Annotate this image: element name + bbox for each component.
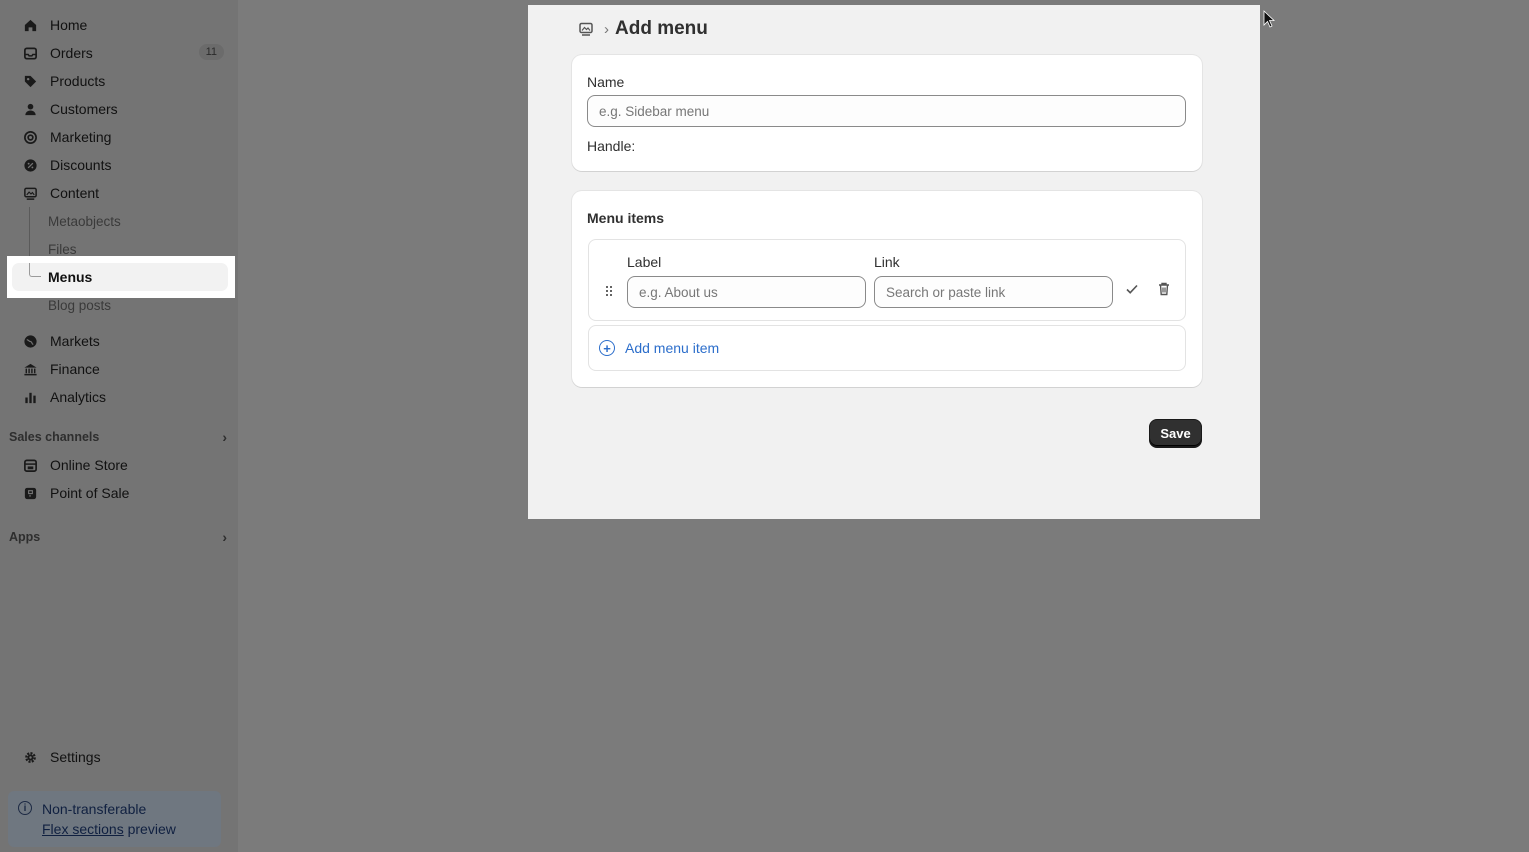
orders-count-badge: 11: [198, 44, 224, 60]
sales-channels-label: Sales channels: [9, 430, 100, 444]
home-icon: [22, 17, 38, 33]
sidebar-item-markets[interactable]: Markets: [8, 327, 234, 355]
target-icon: [22, 129, 38, 145]
preview-banner: i Non-transferable Flex sections preview: [8, 791, 221, 847]
breadcrumb: › Add menu: [578, 17, 708, 41]
sidebar-item-discounts[interactable]: Discounts: [8, 151, 234, 179]
menu-items-title: Menu items: [587, 210, 665, 226]
menu-items-card: Menu items Label Link e.g. About us Sear…: [572, 191, 1202, 387]
trash-icon[interactable]: [1156, 281, 1172, 297]
sidebar-item-label: Orders: [50, 45, 93, 61]
sidebar-item-home[interactable]: Home: [8, 11, 234, 39]
page-title: Add menu: [615, 18, 708, 39]
name-input[interactable]: e.g. Sidebar menu: [587, 95, 1186, 127]
sidebar-item-marketing[interactable]: Marketing: [8, 123, 234, 151]
sidebar-item-label: Marketing: [50, 129, 112, 145]
add-menu-item-label: Add menu item: [625, 340, 720, 356]
banner-title: Non-transferable: [42, 801, 147, 817]
sidebar-item-content[interactable]: Content: [8, 179, 234, 207]
sidebar-item-label: Products: [50, 73, 106, 89]
chart-icon: [22, 389, 38, 405]
link-input[interactable]: Search or paste link: [874, 276, 1113, 308]
discount-icon: [22, 157, 38, 173]
pos-icon: [22, 485, 38, 501]
apps-label: Apps: [9, 530, 41, 544]
sidebar-item-products[interactable]: Products: [8, 67, 234, 95]
add-menu-item-button[interactable]: + Add menu item: [588, 325, 1186, 371]
sidebar-item-label: Content: [50, 185, 100, 201]
banner-text: Flex sections preview: [42, 821, 176, 837]
tree-branch: [29, 263, 41, 277]
sidebar-item-label: Point of Sale: [50, 485, 130, 501]
sidebar-subitem-metaobjects[interactable]: Metaobjects: [48, 207, 121, 235]
mouse-cursor-icon: [1263, 10, 1275, 28]
chevron-right-icon: ›: [604, 20, 609, 38]
label-column-header: Label: [627, 254, 662, 270]
info-icon: i: [18, 801, 32, 815]
sales-channels-header[interactable]: Sales channels ›: [9, 427, 227, 447]
sidebar-item-online-store[interactable]: Online Store: [8, 451, 234, 479]
tree-line: [29, 207, 30, 263]
sidebar-item-label: Markets: [50, 333, 100, 349]
globe-icon: [22, 333, 38, 349]
sidebar: Home Orders 11 Products Customers Market…: [0, 0, 238, 852]
sidebar-item-customers[interactable]: Customers: [8, 95, 234, 123]
sidebar-item-orders[interactable]: Orders 11: [8, 39, 234, 67]
flex-sections-link[interactable]: Flex sections: [42, 821, 124, 837]
content-icon[interactable]: [578, 21, 594, 37]
sidebar-item-finance[interactable]: Finance: [8, 355, 234, 383]
person-icon: [22, 101, 38, 117]
tag-icon: [22, 73, 38, 89]
content-icon: [22, 185, 38, 201]
gear-icon: [22, 749, 38, 765]
sidebar-item-settings[interactable]: Settings: [8, 743, 234, 771]
sidebar-item-analytics[interactable]: Analytics: [8, 383, 234, 411]
plus-circle-icon: +: [599, 340, 615, 356]
banner-suffix: preview: [123, 821, 176, 837]
add-menu-modal: › Add menu Name e.g. Sidebar menu Handle…: [528, 5, 1260, 519]
sidebar-item-label: Settings: [50, 749, 101, 765]
handle-label: Handle:: [587, 138, 636, 154]
sidebar-item-label: Customers: [50, 101, 118, 117]
chevron-right-icon[interactable]: ›: [222, 529, 227, 545]
drag-handle-icon[interactable]: [605, 284, 613, 298]
apps-header[interactable]: Apps ›: [9, 527, 227, 547]
sidebar-item-label: Finance: [50, 361, 100, 377]
menu-item-row: Label Link e.g. About us Search or paste…: [588, 239, 1186, 321]
sidebar-item-label: Home: [50, 17, 88, 33]
sidebar-item-label: Analytics: [50, 389, 107, 405]
chevron-right-icon[interactable]: ›: [222, 429, 227, 445]
label-input[interactable]: e.g. About us: [627, 276, 866, 308]
inbox-icon: [22, 45, 38, 61]
sidebar-item-label: Discounts: [50, 157, 112, 173]
sidebar-item-label: Online Store: [50, 457, 128, 473]
sidebar-item-point-of-sale[interactable]: Point of Sale: [8, 479, 234, 507]
sidebar-subitem-menus[interactable]: [12, 263, 228, 291]
link-column-header: Link: [874, 254, 900, 270]
save-button[interactable]: Save: [1149, 419, 1202, 447]
check-icon[interactable]: [1124, 281, 1140, 297]
sidebar-subitem-menus-label: Menus: [48, 269, 93, 285]
store-icon: [22, 457, 38, 473]
bank-icon: [22, 361, 38, 377]
name-card: Name e.g. Sidebar menu Handle:: [572, 55, 1202, 171]
name-label: Name: [587, 74, 625, 90]
